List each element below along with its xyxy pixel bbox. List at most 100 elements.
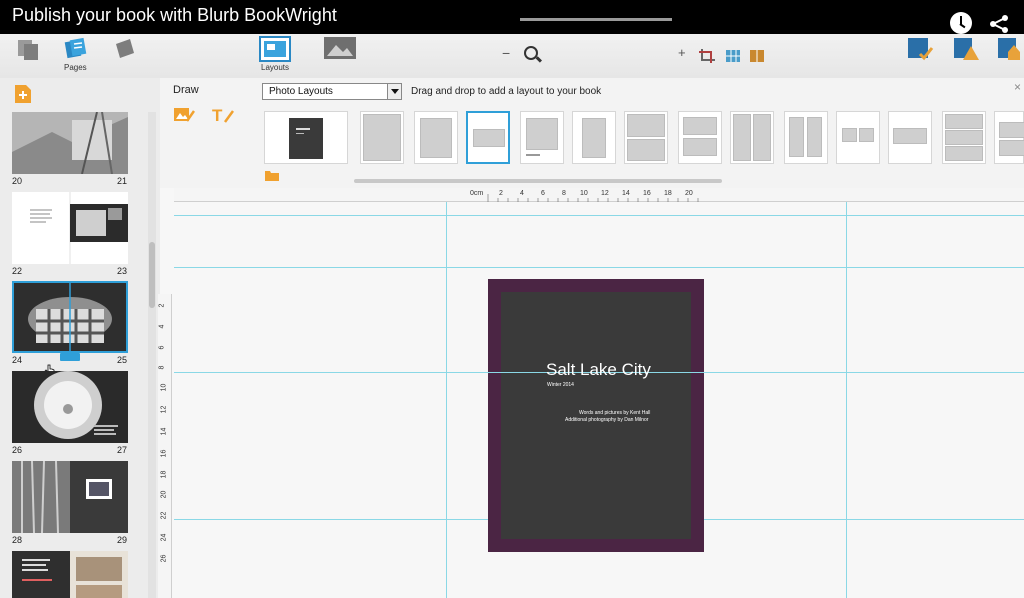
cover-subtitle-text[interactable]: Winter 2014 bbox=[547, 382, 574, 388]
drag-drop-hint: Drag and drop to add a layout to your bo… bbox=[411, 86, 602, 97]
horizontal-ruler: 0cm 2 4 6 8 10 12 14 16 18 20 bbox=[174, 188, 1024, 202]
ruler-tick-label: 16 bbox=[643, 190, 651, 197]
selected-page-spread-thumbnail[interactable] bbox=[12, 281, 128, 353]
page-number-left: 22 bbox=[12, 266, 23, 276]
ruler-tick-label: 6 bbox=[158, 345, 166, 350]
zoom-in-button[interactable]: + bbox=[678, 45, 686, 60]
ruler-tick-label: 14 bbox=[160, 427, 168, 436]
page-spread-thumbnail[interactable] bbox=[12, 192, 128, 264]
layout-category-dropdown[interactable]: Photo Layouts bbox=[262, 83, 402, 100]
preview-book-icon[interactable] bbox=[906, 36, 934, 62]
pages-icon[interactable] bbox=[63, 37, 89, 61]
spread-view-icon[interactable] bbox=[749, 49, 765, 63]
zoom-slider-track[interactable] bbox=[520, 18, 672, 21]
svg-text:T: T bbox=[212, 106, 223, 125]
page-number-right: 23 bbox=[117, 266, 128, 276]
page-number-left: 28 bbox=[12, 535, 23, 545]
ruler-tick-label: 4 bbox=[158, 324, 166, 329]
close-panel-button[interactable]: × bbox=[1014, 80, 1021, 94]
layout-option[interactable] bbox=[942, 111, 986, 164]
ruler-tick-label: 2 bbox=[499, 190, 503, 197]
layout-option[interactable] bbox=[360, 111, 404, 164]
ruler-tick-label: 10 bbox=[160, 383, 168, 392]
book-spread-icon[interactable] bbox=[16, 38, 42, 62]
ruler-tick-label: 12 bbox=[601, 190, 609, 197]
page-number-left: 26 bbox=[12, 445, 23, 455]
draw-label: Draw bbox=[173, 84, 199, 96]
zoom-slider-handle[interactable] bbox=[524, 46, 538, 60]
layout-guide-line[interactable] bbox=[174, 267, 1024, 268]
page-number-right: 29 bbox=[117, 535, 128, 545]
ruler-tick-label: 22 bbox=[160, 511, 168, 520]
page-number-left: 24 bbox=[12, 355, 23, 365]
layout-option[interactable] bbox=[730, 111, 774, 164]
layout-option[interactable] bbox=[572, 111, 616, 164]
layouts-scrollbar[interactable] bbox=[354, 179, 722, 183]
draw-text-box-icon[interactable]: T bbox=[211, 105, 235, 125]
ruler-tick-label: 2 bbox=[158, 303, 166, 308]
layout-option[interactable] bbox=[994, 111, 1024, 164]
layouts-label: Layouts bbox=[261, 63, 290, 72]
cover-credit-line[interactable]: Additional photography by Dan Milnor bbox=[565, 417, 648, 423]
ruler-tick-label: 14 bbox=[622, 190, 630, 197]
draw-image-box-icon[interactable] bbox=[173, 105, 195, 125]
layout-guide-line[interactable] bbox=[174, 215, 1024, 216]
ruler-tick-label: 6 bbox=[541, 190, 545, 197]
layout-guide-line[interactable] bbox=[846, 202, 847, 598]
ruler-tick-label: 4 bbox=[520, 190, 524, 197]
ruler-tick-label: 0cm bbox=[470, 190, 484, 197]
ruler-tick-label: 26 bbox=[160, 554, 168, 563]
share-icon[interactable] bbox=[988, 14, 1010, 34]
grid-view-icon[interactable] bbox=[725, 49, 741, 63]
zoom-out-button[interactable]: − bbox=[502, 45, 510, 61]
layout-category-value: Photo Layouts bbox=[269, 86, 333, 97]
sidebar-scrollbar-thumb[interactable] bbox=[149, 242, 155, 308]
dropdown-caret-icon bbox=[387, 84, 401, 99]
photos-icon[interactable] bbox=[323, 36, 357, 60]
layout-option[interactable] bbox=[836, 111, 880, 164]
vertical-ruler: 2 4 6 8 10 12 14 16 18 20 22 24 26 bbox=[158, 294, 172, 598]
layouts-icon[interactable] bbox=[259, 36, 291, 62]
ruler-tick-label: 20 bbox=[685, 190, 693, 197]
layout-option[interactable] bbox=[520, 111, 564, 164]
layout-guide-line[interactable] bbox=[446, 202, 447, 598]
crop-tool-icon[interactable] bbox=[698, 47, 718, 65]
layout-option[interactable] bbox=[784, 111, 828, 164]
page-thumbnail-list[interactable]: 20 21 22 23 24 25 26 27 28 29 bbox=[0, 112, 150, 598]
ruler-tick-label: 12 bbox=[160, 405, 168, 414]
ruler-tick-label: 10 bbox=[580, 190, 588, 197]
current-page-layout-preview[interactable] bbox=[264, 111, 348, 164]
add-page-icon[interactable] bbox=[14, 84, 32, 104]
page-spread-thumbnail[interactable] bbox=[12, 461, 128, 533]
page-number-right: 27 bbox=[117, 445, 128, 455]
upload-book-icon[interactable] bbox=[996, 36, 1022, 62]
ruler-tick-label: 8 bbox=[562, 190, 566, 197]
page-number-right: 25 bbox=[117, 355, 128, 365]
layout-option[interactable] bbox=[624, 111, 668, 164]
watch-later-clock-icon[interactable] bbox=[950, 12, 972, 34]
background-icon[interactable] bbox=[112, 36, 138, 62]
ruler-tick-label: 20 bbox=[160, 490, 168, 499]
spread-selection-handle[interactable] bbox=[60, 353, 80, 361]
page-spread-thumbnail[interactable] bbox=[12, 112, 128, 174]
page-spread-thumbnail[interactable] bbox=[12, 551, 128, 598]
page-number-right: 21 bbox=[117, 176, 128, 186]
cover-title-text[interactable]: Salt Lake City bbox=[546, 360, 651, 380]
page-number-left: 20 bbox=[12, 176, 23, 186]
cover-credit-line[interactable]: Words and pictures by Kent Hall bbox=[579, 410, 650, 416]
ruler-tick-label: 16 bbox=[160, 449, 168, 458]
sidebar-scrollbar-track[interactable] bbox=[148, 112, 156, 598]
ruler-tick-label: 18 bbox=[160, 470, 168, 479]
folder-icon[interactable] bbox=[265, 170, 279, 181]
ruler-tick-label: 24 bbox=[160, 533, 168, 542]
ruler-tick-label: 8 bbox=[158, 365, 166, 370]
main-toolbar bbox=[0, 34, 1024, 78]
layout-option[interactable] bbox=[414, 111, 458, 164]
layout-option-selected[interactable] bbox=[466, 111, 510, 164]
page-spread-thumbnail[interactable] bbox=[12, 371, 128, 443]
book-warning-icon[interactable] bbox=[952, 36, 980, 62]
layout-option[interactable] bbox=[678, 111, 722, 164]
video-title: Publish your book with Blurb BookWright bbox=[12, 5, 337, 25]
layout-option[interactable] bbox=[888, 111, 932, 164]
pages-label: Pages bbox=[64, 63, 87, 72]
